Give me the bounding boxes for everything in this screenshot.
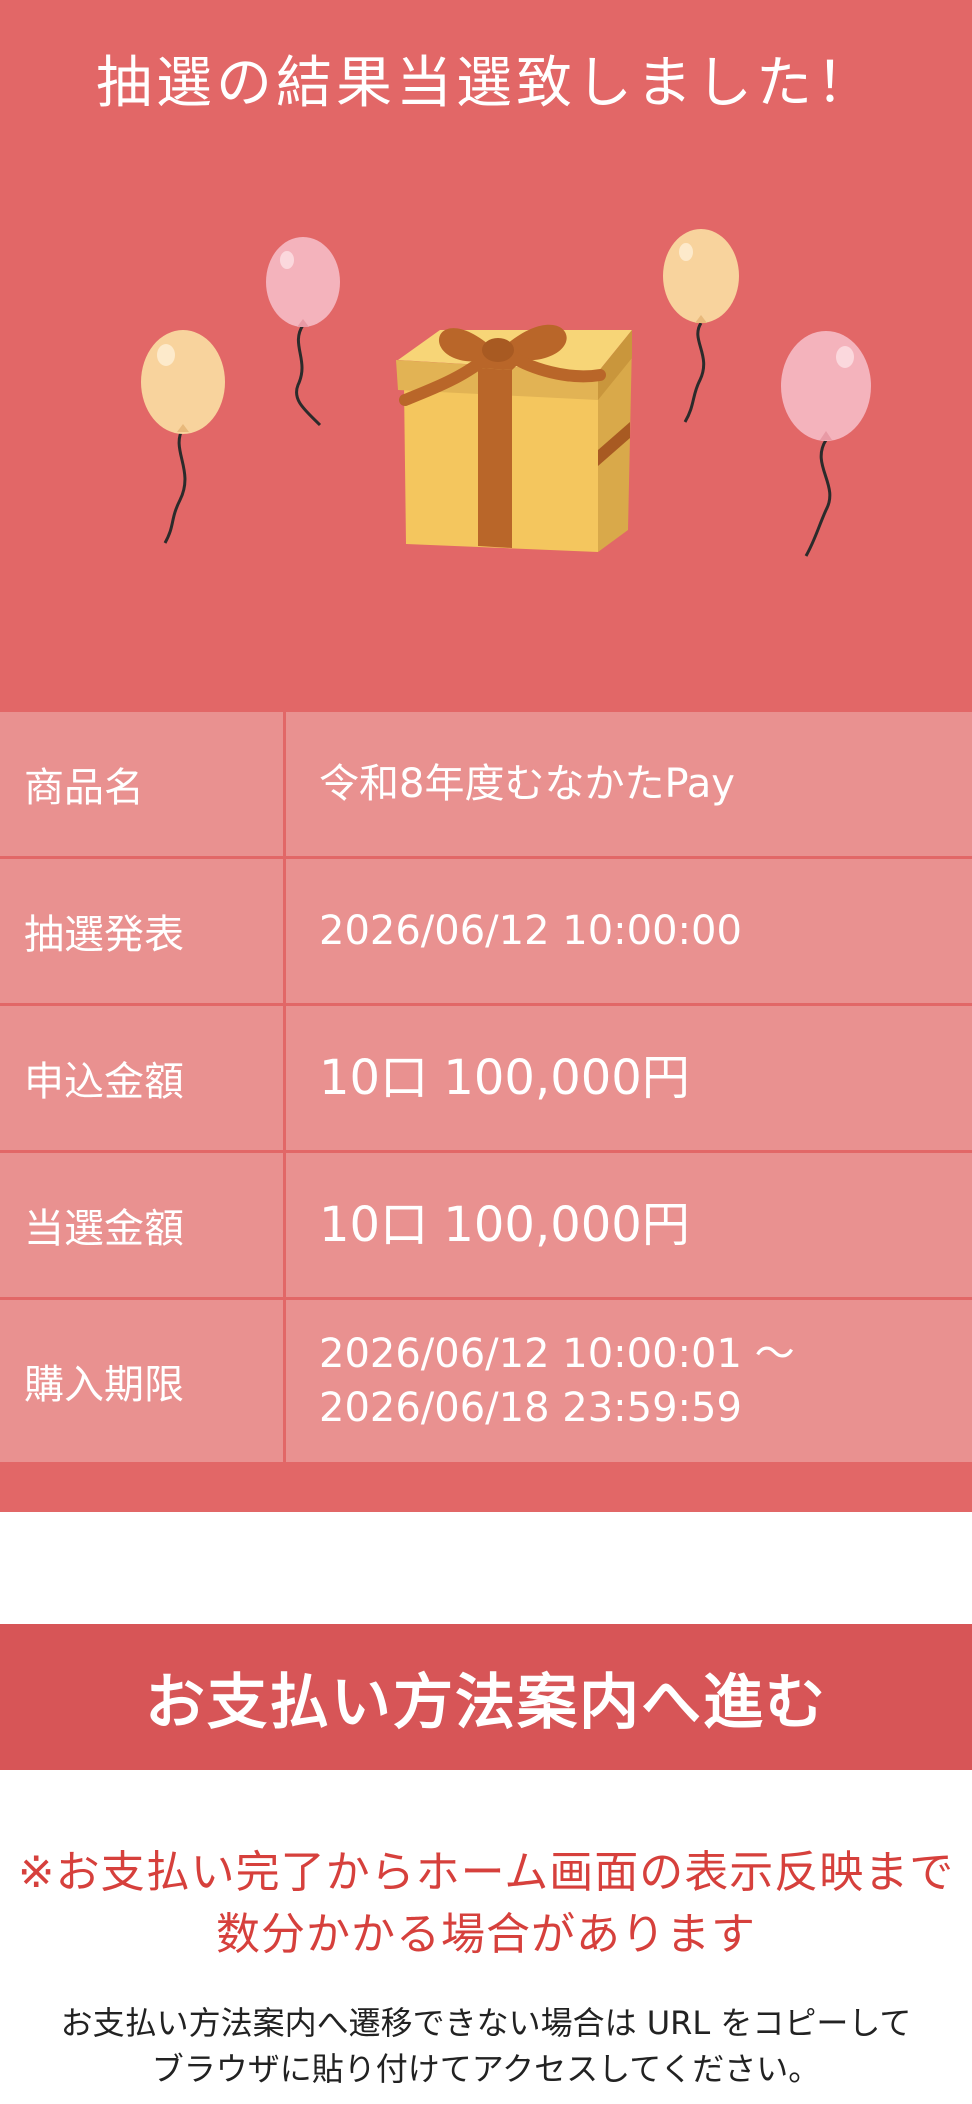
balloon-orange-icon — [141, 330, 225, 544]
balloon-pink-icon — [781, 331, 871, 557]
url-copy-help-text: お支払い方法案内へ遷移できない場合は URL をコピーして ブラウザに貼り付けて… — [0, 2000, 972, 2092]
winning-amount-value-cell: 10口 100,000円 — [289, 1153, 972, 1297]
table-row-announcement: 抽選発表 2026/06/12 10:00:00 — [0, 859, 972, 1003]
announcement-label-cell: 抽選発表 — [0, 859, 286, 1003]
notice-line-2: 数分かかる場合があります — [216, 1909, 756, 1960]
table-row-product: 商品名 令和8年度むなかたPay — [0, 712, 972, 856]
deadline-label-cell: 購入期限 — [0, 1300, 286, 1462]
applied-amount-value: 10口 100,000円 — [319, 1050, 690, 1106]
notice-line-1: ※お支払い完了からホーム画面の表示反映まで — [17, 1847, 955, 1898]
announcement-label: 抽選発表 — [24, 912, 184, 958]
celebration-illustration — [141, 229, 871, 557]
deadline-value-cell: 2026/06/12 10:00:01 ～ 2026/06/18 23:59:5… — [289, 1300, 972, 1462]
announcement-value: 2026/06/12 10:00:00 — [319, 908, 742, 954]
help-line-1: お支払い方法案内へ遷移できない場合は URL をコピーして — [60, 2004, 912, 2042]
product-label: 商品名 — [24, 765, 144, 811]
applied-amount-label: 申込金額 — [24, 1059, 184, 1105]
lottery-details: 商品名 令和8年度むなかたPay 抽選発表 2026/06/12 10:00:0… — [0, 712, 972, 1512]
help-line-2: ブラウザに貼り付けてアクセスしてください。 — [151, 2050, 821, 2088]
applied-amount-label-cell: 申込金額 — [0, 1006, 286, 1150]
winning-amount-label-cell: 当選金額 — [0, 1153, 286, 1297]
balloon-pink-icon — [266, 237, 340, 427]
deadline-value: 2026/06/12 10:00:01 ～ 2026/06/18 23:59:5… — [319, 1327, 795, 1435]
product-label-cell: 商品名 — [0, 712, 286, 856]
product-value-cell: 令和8年度むなかたPay — [289, 712, 972, 856]
payment-reflection-notice: ※お支払い完了からホーム画面の表示反映まで 数分かかる場合があります — [0, 1842, 972, 1966]
balloon-orange-icon — [663, 229, 739, 423]
product-value: 令和8年度むなかたPay — [319, 761, 735, 807]
announcement-value-cell: 2026/06/12 10:00:00 — [289, 859, 972, 1003]
proceed-to-payment-button[interactable]: お支払い方法案内へ進む — [0, 1624, 972, 1770]
winning-amount-label: 当選金額 — [24, 1206, 184, 1252]
applied-amount-value-cell: 10口 100,000円 — [289, 1006, 972, 1150]
deadline-end: 2026/06/18 23:59:59 — [319, 1385, 742, 1431]
table-row-applied-amount: 申込金額 10口 100,000円 — [0, 1006, 972, 1150]
winning-amount-value: 10口 100,000円 — [319, 1197, 690, 1253]
table-row-winning-amount: 当選金額 10口 100,000円 — [0, 1153, 972, 1297]
result-title: 抽選の結果当選致しました！ — [96, 51, 876, 116]
gift-box-icon — [396, 324, 632, 552]
table-row-purchase-deadline: 購入期限 2026/06/12 10:00:01 ～ 2026/06/18 23… — [0, 1300, 972, 1462]
deadline-start: 2026/06/12 10:00:01 ～ — [319, 1331, 795, 1377]
hero-banner: 抽選の結果当選致しました！ — [0, 0, 972, 712]
deadline-label: 購入期限 — [24, 1362, 184, 1408]
